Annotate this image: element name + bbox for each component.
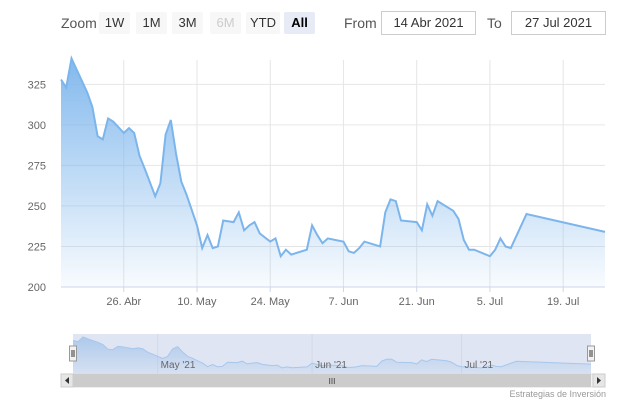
navigator[interactable]: May '21 Jun '21 Jul '21: [69, 334, 595, 374]
y-tick-label: 325: [28, 79, 46, 91]
x-tick-label: 19. Jul: [547, 296, 579, 308]
y-tick-label: 250: [28, 201, 46, 213]
y-tick-label: 300: [28, 120, 46, 132]
x-tick-label: 21. Jun: [399, 296, 435, 308]
navigator-left-handle[interactable]: [69, 345, 77, 362]
y-tick-label: 200: [28, 282, 46, 294]
navigator-month-label: Jul '21: [465, 360, 494, 371]
navigator-month-label: May '21: [161, 360, 196, 371]
scrollbar[interactable]: III: [60, 373, 606, 388]
x-tick-label: 24. May: [251, 296, 291, 308]
navigator-right-handle[interactable]: [587, 345, 595, 362]
scrollbar-grip: III: [329, 377, 336, 386]
x-tick-label: 5. Jul: [477, 296, 503, 308]
chart-credits: Estrategias de Inversión: [509, 389, 606, 399]
price-chart: 200 225 250 275 300 325 26. Abr 10. May 24. May…: [28, 55, 606, 388]
navigator-month-label: Jun '21: [315, 360, 347, 371]
x-tick-label: 7. Jun: [328, 296, 358, 308]
y-tick-label: 225: [28, 241, 46, 253]
y-tick-label: 275: [28, 160, 46, 172]
price-area-fill: [61, 58, 605, 288]
x-tick-label: 26. Abr: [106, 296, 141, 308]
x-tick-label: 10. May: [177, 296, 217, 308]
